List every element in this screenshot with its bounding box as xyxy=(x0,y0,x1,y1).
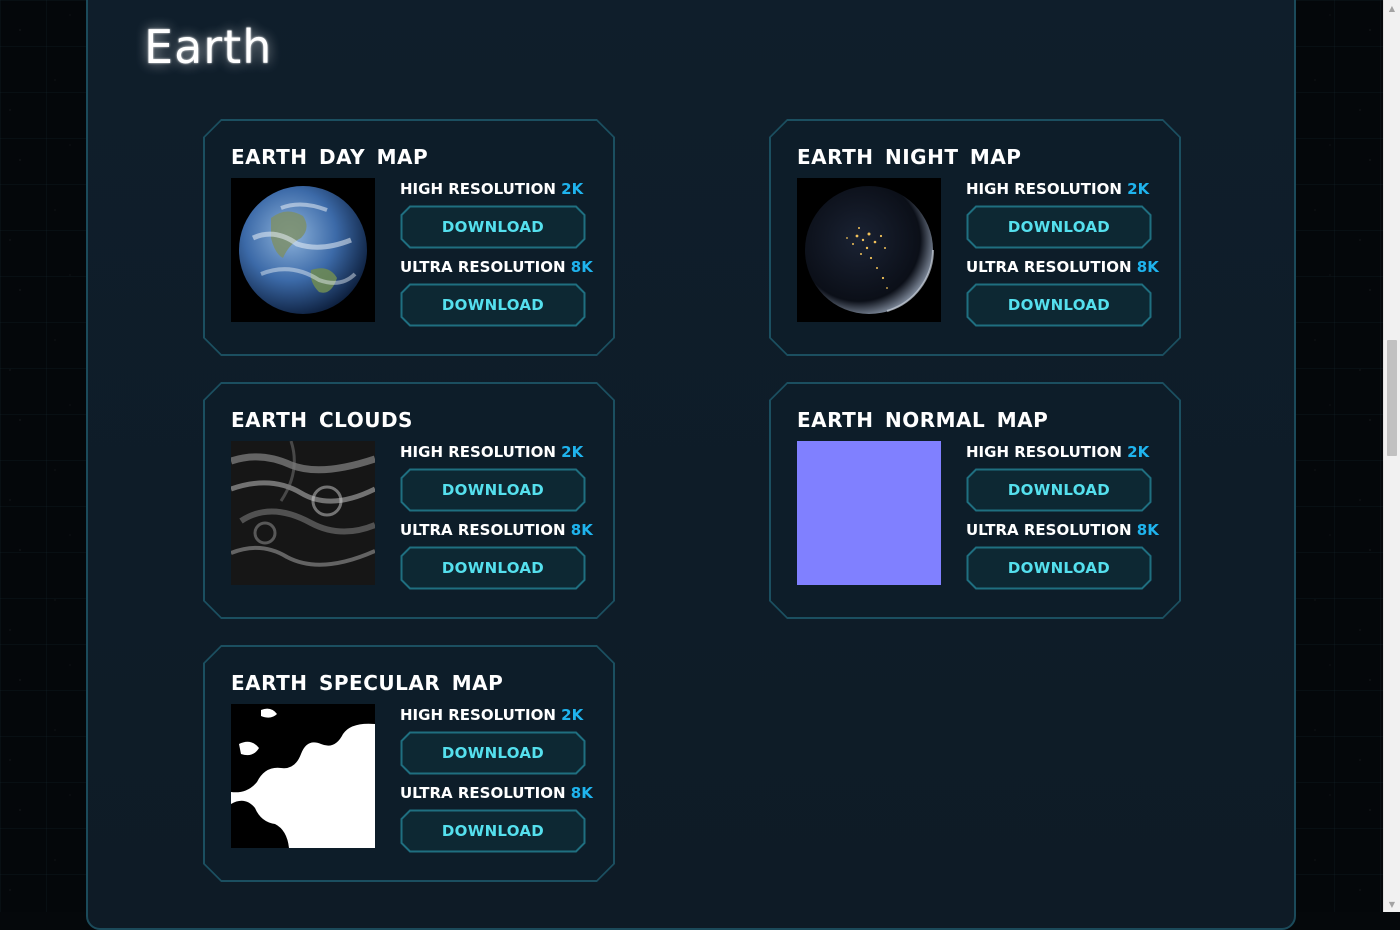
download-high-button[interactable]: DOWNLOAD xyxy=(400,205,586,249)
high-resolution-value: 2K xyxy=(561,443,584,461)
earth-day-globe-thumbnail xyxy=(231,178,375,322)
ultra-resolution-text: ULTRA RESOLUTION xyxy=(400,521,566,539)
high-resolution-label: HIGH RESOLUTION 2K xyxy=(400,443,583,461)
ultra-resolution-value: 8K xyxy=(1136,258,1159,276)
texture-card: EARTH NIGHT MAP HIGH RESOLUTION 2K DOWNLOA… xyxy=(769,119,1181,356)
download-button-label: DOWNLOAD xyxy=(1007,559,1111,577)
ultra-resolution-text: ULTRA RESOLUTION xyxy=(400,784,566,802)
download-button-label: DOWNLOAD xyxy=(441,218,545,236)
high-resolution-text: HIGH RESOLUTION xyxy=(966,443,1122,461)
specular-map-texture-thumbnail xyxy=(231,704,375,848)
earth-night-globe-thumbnail xyxy=(797,178,941,322)
texture-card: EARTH DAY MAP HIGH RESOLUTION 2K DOWNLOAD U… xyxy=(203,119,615,356)
download-button-label: DOWNLOAD xyxy=(441,744,545,762)
ultra-resolution-label: ULTRA RESOLUTION 8K xyxy=(400,258,593,276)
ultra-resolution-text: ULTRA RESOLUTION xyxy=(400,258,566,276)
ultra-resolution-text: ULTRA RESOLUTION xyxy=(966,521,1132,539)
ultra-resolution-label: ULTRA RESOLUTION 8K xyxy=(966,258,1159,276)
download-ultra-button[interactable]: DOWNLOAD xyxy=(400,283,586,327)
high-resolution-text: HIGH RESOLUTION xyxy=(966,180,1122,198)
ultra-resolution-label: ULTRA RESOLUTION 8K xyxy=(966,521,1159,539)
card-title: EARTH DAY MAP xyxy=(231,145,429,169)
scroll-up-arrow-icon[interactable]: ▲ xyxy=(1384,0,1400,16)
earth-clouds-texture-thumbnail xyxy=(231,441,375,585)
page-title: Earth xyxy=(144,20,273,74)
scroll-down-arrow-icon[interactable]: ▼ xyxy=(1384,896,1400,912)
ultra-resolution-value: 8K xyxy=(570,521,593,539)
download-button-label: DOWNLOAD xyxy=(441,559,545,577)
download-button-label: DOWNLOAD xyxy=(1007,218,1111,236)
normal-map-swatch-thumbnail xyxy=(797,441,941,585)
card-title: EARTH CLOUDS xyxy=(231,408,413,432)
texture-card: EARTH CLOUDS HIGH RESOLUTION 2K DOWNLOAD UL… xyxy=(203,382,615,619)
download-ultra-button[interactable]: DOWNLOAD xyxy=(966,546,1152,590)
download-button-label: DOWNLOAD xyxy=(1007,481,1111,499)
download-high-button[interactable]: DOWNLOAD xyxy=(400,468,586,512)
card-title: EARTH NORMAL MAP xyxy=(797,408,1049,432)
high-resolution-text: HIGH RESOLUTION xyxy=(400,443,556,461)
high-resolution-label: HIGH RESOLUTION 2K xyxy=(966,443,1149,461)
high-resolution-label: HIGH RESOLUTION 2K xyxy=(400,706,583,724)
ultra-resolution-label: ULTRA RESOLUTION 8K xyxy=(400,784,593,802)
ultra-resolution-value: 8K xyxy=(570,784,593,802)
high-resolution-text: HIGH RESOLUTION xyxy=(400,706,556,724)
download-high-button[interactable]: DOWNLOAD xyxy=(966,205,1152,249)
high-resolution-label: HIGH RESOLUTION 2K xyxy=(400,180,583,198)
high-resolution-value: 2K xyxy=(1127,180,1150,198)
download-button-label: DOWNLOAD xyxy=(441,481,545,499)
download-button-label: DOWNLOAD xyxy=(441,822,545,840)
scrollbar-thumb[interactable] xyxy=(1387,340,1397,456)
download-button-label: DOWNLOAD xyxy=(441,296,545,314)
high-resolution-label: HIGH RESOLUTION 2K xyxy=(966,180,1149,198)
texture-card: EARTH NORMAL MAP HIGH RESOLUTION 2K DOWNLO… xyxy=(769,382,1181,619)
high-resolution-text: HIGH RESOLUTION xyxy=(400,180,556,198)
download-button-label: DOWNLOAD xyxy=(1007,296,1111,314)
high-resolution-value: 2K xyxy=(561,706,584,724)
high-resolution-value: 2K xyxy=(561,180,584,198)
ultra-resolution-text: ULTRA RESOLUTION xyxy=(966,258,1132,276)
ultra-resolution-value: 8K xyxy=(570,258,593,276)
card-title: EARTH NIGHT MAP xyxy=(797,145,1022,169)
high-resolution-value: 2K xyxy=(1127,443,1150,461)
download-ultra-button[interactable]: DOWNLOAD xyxy=(400,546,586,590)
vertical-scrollbar[interactable]: ▲ ▼ xyxy=(1383,0,1400,912)
texture-card: EARTH SPECULAR MAP HIGH RESOLUTION 2K DOWN… xyxy=(203,645,615,882)
card-title: EARTH SPECULAR MAP xyxy=(231,671,504,695)
download-ultra-button[interactable]: DOWNLOAD xyxy=(400,809,586,853)
download-high-button[interactable]: DOWNLOAD xyxy=(400,731,586,775)
ultra-resolution-value: 8K xyxy=(1136,521,1159,539)
ultra-resolution-label: ULTRA RESOLUTION 8K xyxy=(400,521,593,539)
download-ultra-button[interactable]: DOWNLOAD xyxy=(966,283,1152,327)
download-high-button[interactable]: DOWNLOAD xyxy=(966,468,1152,512)
